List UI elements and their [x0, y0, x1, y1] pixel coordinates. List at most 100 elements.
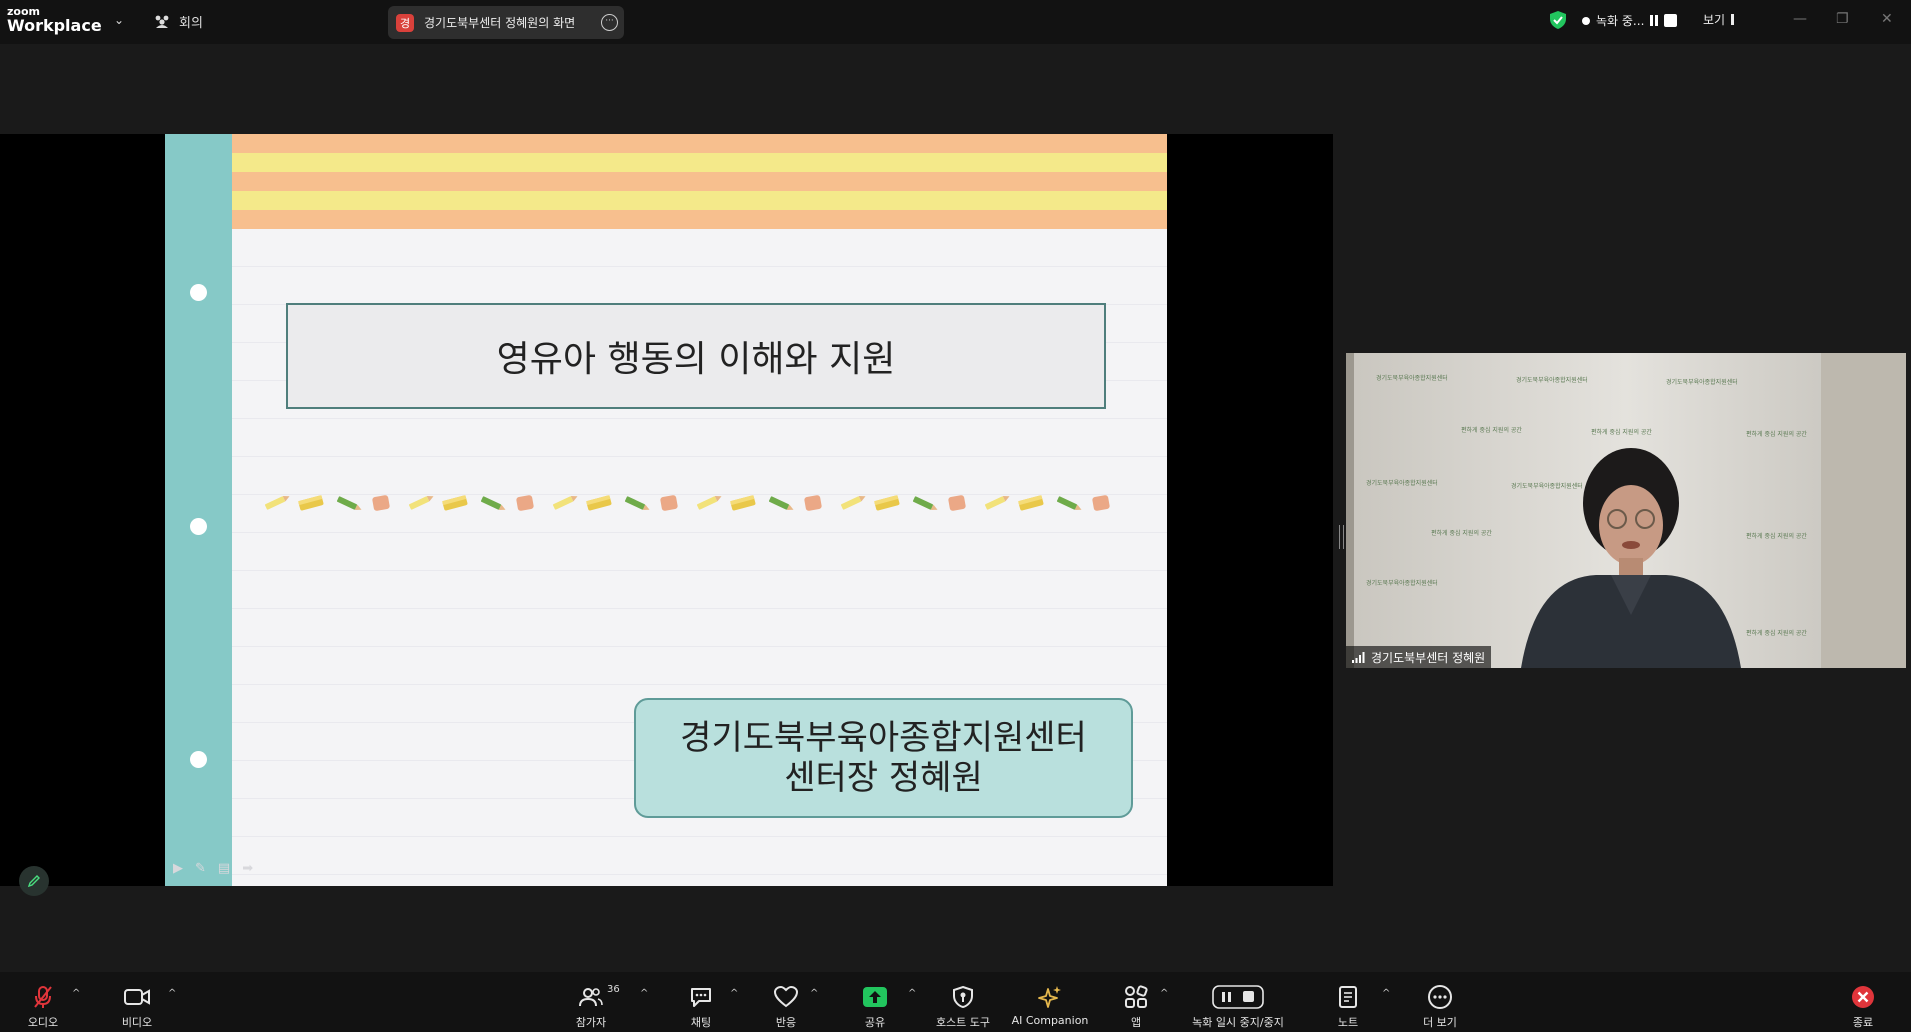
annotate-button[interactable]	[19, 866, 49, 896]
pen-icon[interactable]: ✎	[195, 861, 206, 876]
logo-workplace: Workplace	[7, 16, 102, 35]
presenter-name: 센터장 정혜원	[784, 758, 983, 798]
stripe	[232, 210, 1167, 229]
apps-label: 앱	[1130, 1016, 1142, 1029]
audio-label: 오디오	[27, 1016, 59, 1029]
binder-hole	[190, 518, 207, 535]
backdrop-badge: 편하게 중심 지원의 공간	[1746, 431, 1807, 438]
share-button[interactable]: 공유	[850, 972, 900, 1032]
stop-icon[interactable]	[1664, 14, 1678, 27]
screen-share-indicator[interactable]: 경 경기도북부센터 정혜원의 화면 ···	[388, 6, 624, 39]
view-button[interactable]: 보기	[1703, 11, 1742, 28]
chat-icon	[691, 988, 711, 1007]
apps-button[interactable]: 앱	[1111, 972, 1161, 1032]
recording-status[interactable]: 녹화 중...	[1582, 12, 1678, 29]
sparkle-icon	[1038, 986, 1061, 1008]
next-icon[interactable]: ➡	[242, 861, 253, 876]
more-options-icon[interactable]: ···	[601, 14, 618, 31]
apps-icon	[1125, 985, 1148, 1008]
participants-count: 36	[607, 984, 620, 995]
participants-label: 참가자	[575, 1016, 607, 1029]
video-camera-icon	[124, 989, 150, 1005]
backdrop-text: 경기도북부육아종합지원센터	[1366, 480, 1438, 487]
participant-video[interactable]: 경기도북부육아종합지원센터 경기도북부육아종합지원센터 경기도북부육아종합지원센…	[1346, 353, 1906, 668]
ai-companion-button[interactable]: AI Companion	[1010, 972, 1090, 1032]
chevron-down-icon[interactable]: ⌄	[114, 13, 124, 27]
chat-options-caret-icon[interactable]: ^	[730, 988, 738, 999]
pencil-icon	[27, 875, 40, 888]
view-label: 보기	[1703, 13, 1726, 27]
notes-button[interactable]: 노트	[1325, 972, 1371, 1032]
resize-handle[interactable]	[1339, 525, 1344, 549]
slide-title-box: 영유아 행동의 이해와 지원	[286, 303, 1106, 409]
play-icon[interactable]: ▶	[173, 861, 183, 876]
restore-icon[interactable]: ❐	[1836, 11, 1849, 27]
host-tools-button[interactable]: 호스트 도구	[928, 972, 998, 1032]
audio-button[interactable]: 오디오	[18, 972, 68, 1032]
more-button[interactable]: 더 보기	[1415, 972, 1465, 1032]
chat-label: 채팅	[690, 1016, 712, 1029]
stripe	[232, 153, 1167, 172]
backdrop-badge: 편하게 중심 지원의 공간	[1461, 427, 1522, 434]
stripe	[232, 191, 1167, 210]
pause-icon[interactable]	[1650, 15, 1659, 26]
video-options-caret-icon[interactable]: ^	[168, 988, 176, 999]
share-title: 경기도북부센터 정혜원의 화면	[424, 16, 576, 30]
apps-options-caret-icon[interactable]: ^	[1160, 988, 1168, 999]
ai-companion-label: AI Companion	[1011, 1014, 1089, 1027]
chat-button[interactable]: 채팅	[676, 972, 726, 1032]
security-shield-icon[interactable]	[1550, 11, 1566, 29]
backdrop-text: 경기도북부육아종합지원센터	[1366, 580, 1438, 587]
recording-control-button[interactable]: 녹화 일시 중지/중지	[1185, 972, 1291, 1032]
more-icon	[1428, 985, 1452, 1009]
pencil-decoration	[264, 493, 1111, 513]
end-label: 종료	[1852, 1016, 1874, 1029]
stripe	[232, 172, 1167, 191]
reactions-options-caret-icon[interactable]: ^	[810, 988, 818, 999]
heart-icon	[774, 986, 798, 1008]
reactions-button[interactable]: 반응	[761, 972, 811, 1032]
notebook-spine	[165, 134, 232, 886]
backdrop-text: 경기도북부육아종합지원센터	[1516, 377, 1588, 384]
participant-name-tag: 경기도북부센터 정혜원	[1346, 646, 1492, 668]
notes-options-caret-icon[interactable]: ^	[1382, 988, 1390, 999]
video-button[interactable]: 비디오	[112, 972, 162, 1032]
presentation-slide: 영유아 행동의 이해와 지원 경기도북부육아종합지원센터 센터장 정혜원 ▶ ✎…	[165, 134, 1167, 886]
sharer-avatar: 경	[396, 13, 414, 32]
backdrop-badge: 편하게 중심 지원의 공간	[1591, 429, 1652, 436]
share-options-caret-icon[interactable]: ^	[908, 988, 916, 999]
slide-navigation: ▶ ✎ ▤ ➡	[173, 861, 253, 876]
participant-name: 경기도북부센터 정혜원	[1371, 650, 1486, 665]
share-screen-icon	[863, 987, 887, 1007]
end-icon	[1852, 986, 1874, 1008]
meeting-button[interactable]: 회의	[153, 12, 203, 31]
backdrop-text: 경기도북부육아종합지원센터	[1511, 483, 1583, 490]
recording-label: 녹화 중...	[1596, 14, 1645, 28]
binder-hole	[190, 751, 207, 768]
close-icon[interactable]: ✕	[1881, 11, 1893, 27]
audio-options-caret-icon[interactable]: ^	[72, 988, 80, 999]
recording-control-label: 녹화 일시 중지/중지	[1192, 1016, 1284, 1029]
participants-button[interactable]: 참가자	[566, 972, 616, 1032]
top-bar: zoom Workplace ⌄ 회의 경 경기도북부센터 정혜원의 화면 ··…	[0, 0, 1911, 44]
binder-hole	[190, 284, 207, 301]
slide-title: 영유아 행동의 이해와 지원	[496, 339, 896, 380]
record-dot-icon	[1582, 16, 1590, 25]
backdrop-badge: 편하게 중심 지원의 공간	[1431, 530, 1492, 537]
zoom-logo: zoom Workplace	[7, 6, 102, 34]
stripe	[232, 134, 1167, 153]
end-meeting-button[interactable]: 종료	[1843, 972, 1883, 1032]
reactions-label: 반응	[775, 1016, 797, 1029]
notes-label: 노트	[1337, 1016, 1359, 1029]
layout-icon	[1731, 14, 1742, 25]
more-label: 더 보기	[1423, 1016, 1457, 1029]
minimize-icon[interactable]: —	[1793, 11, 1807, 27]
meeting-label: 회의	[179, 16, 203, 31]
video-feed	[1346, 353, 1906, 668]
slides-icon[interactable]: ▤	[218, 861, 230, 876]
participants-options-caret-icon[interactable]: ^	[640, 988, 648, 999]
backdrop-text: 경기도북부육아종합지원센터	[1666, 379, 1738, 386]
people-icon	[155, 15, 169, 28]
participants-icon	[579, 988, 603, 1007]
microphone-muted-icon	[34, 986, 52, 1008]
